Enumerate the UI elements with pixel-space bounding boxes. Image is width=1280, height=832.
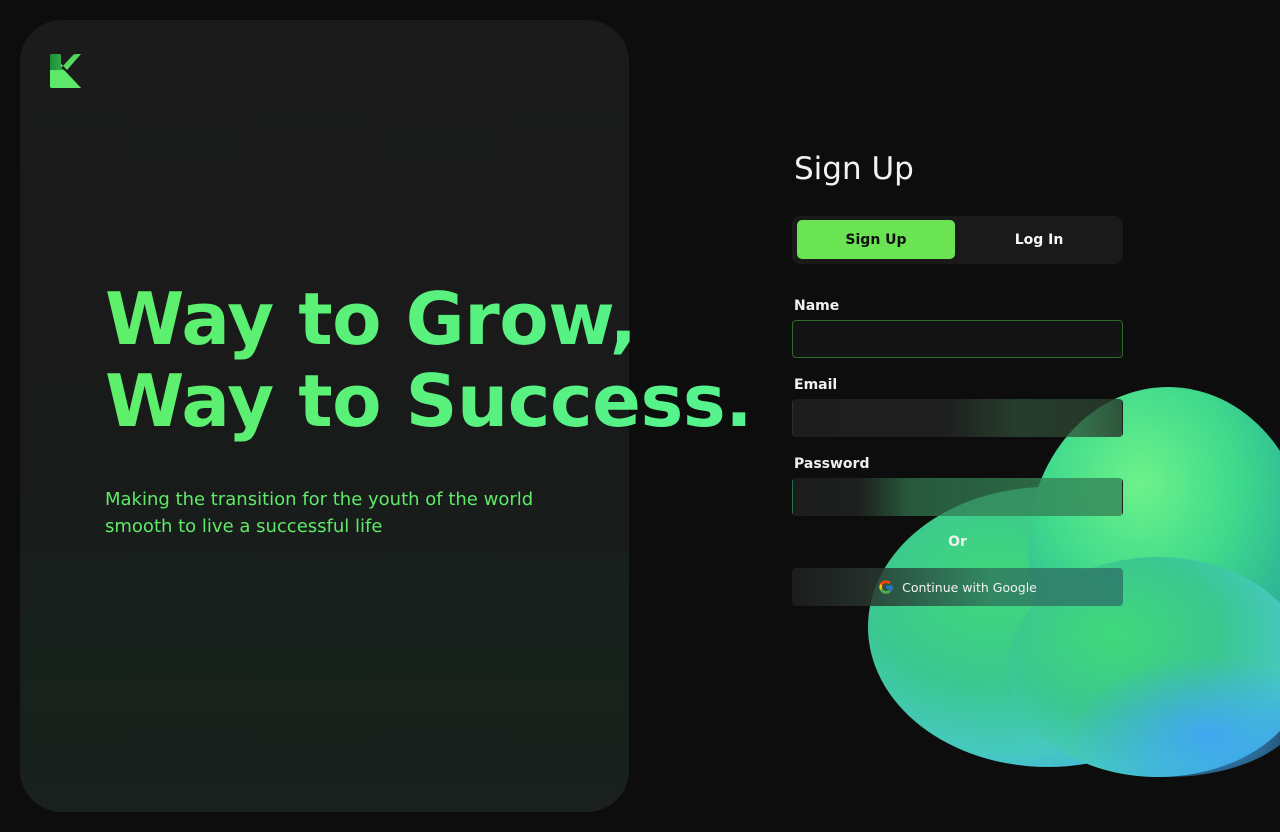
hero-panel: Way to Grow, Way to Success. Making the …	[20, 20, 629, 812]
tab-log-in[interactable]: Log In	[960, 220, 1118, 259]
name-input[interactable]	[792, 320, 1123, 358]
tab-sign-up[interactable]: Sign Up	[797, 220, 955, 259]
continue-with-google-button[interactable]: Continue with Google	[792, 568, 1123, 606]
hero-headline-line2: Way to Success.	[105, 359, 753, 443]
hero-headline: Way to Grow, Way to Success.	[105, 278, 752, 442]
google-button-label: Continue with Google	[902, 579, 1037, 595]
form-title: Sign Up	[794, 151, 914, 187]
email-input[interactable]	[792, 399, 1123, 437]
password-input[interactable]	[792, 478, 1123, 516]
hero-subline: Making the transition for the youth of t…	[105, 489, 534, 537]
hero-headline-line1: Way to Grow,	[105, 277, 637, 361]
email-label: Email	[794, 377, 838, 393]
signup-page: Way to Grow, Way to Success. Making the …	[0, 0, 1280, 832]
auth-tabs: Sign Up Log In	[792, 216, 1123, 264]
google-icon	[879, 580, 893, 594]
brand-logo-icon[interactable]	[50, 54, 82, 88]
signup-form: Sign Up Sign Up Log In Name Email Passwo…	[792, 148, 1123, 606]
name-label: Name	[794, 298, 840, 314]
or-divider: Or	[948, 534, 967, 550]
password-label: Password	[794, 456, 870, 472]
